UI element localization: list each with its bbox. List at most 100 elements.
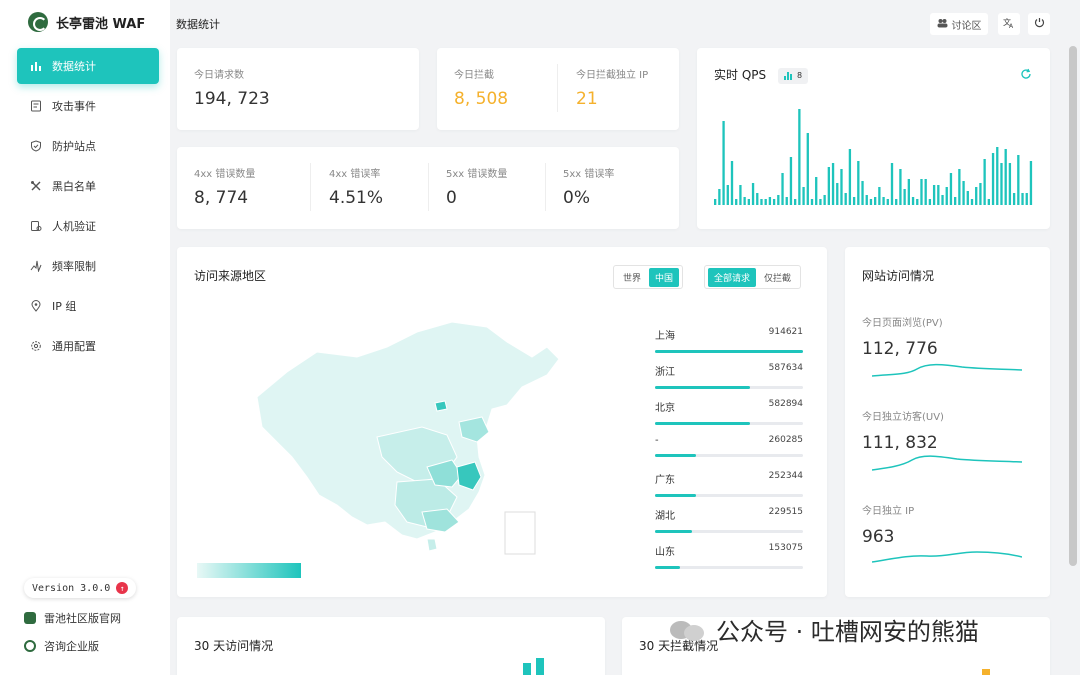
qps-bar: [987, 199, 990, 205]
region-bar-track: [655, 386, 803, 389]
qps-bar: [899, 169, 902, 205]
qps-bar: [852, 197, 856, 205]
discussion-button[interactable]: 讨论区: [930, 13, 988, 35]
qps-bar: [764, 199, 767, 205]
qps-bar: [928, 199, 932, 205]
qps-bar: [869, 199, 873, 205]
qps-bar: [781, 173, 784, 205]
qps-title: 实时 QPS: [714, 68, 767, 82]
uv-sparkline: [872, 455, 1022, 471]
blocked-label: 今日拦截: [454, 70, 494, 81]
region-bar-fill: [655, 350, 803, 353]
qps-bar: [983, 159, 986, 205]
upgrade-arrow-icon: ↑: [116, 582, 129, 594]
qps-bar: [941, 195, 944, 205]
power-icon: [1034, 17, 1045, 31]
qps-bar: [730, 161, 734, 205]
sidebar-item-label: 通用配置: [52, 340, 96, 353]
qps-bar: [865, 195, 868, 205]
users-icon: [937, 18, 948, 31]
pv-label: 今日页面浏览(PV): [862, 318, 943, 329]
community-site-link[interactable]: 雷池社区版官网: [24, 610, 121, 626]
blocked-value: 8, 508: [454, 89, 509, 109]
sidebar-item-label: 攻击事件: [52, 100, 96, 113]
user-check-icon: [29, 219, 43, 233]
sidebar-item-black-white-list[interactable]: 黑白名单: [17, 168, 159, 204]
qps-bar: [751, 183, 755, 205]
qps-bar: [874, 197, 877, 205]
sidebar-item-protected-sites[interactable]: 防护站点: [17, 128, 159, 164]
language-button[interactable]: 文A: [998, 13, 1020, 35]
region-bar-fill: [655, 566, 681, 569]
qps-bar: [966, 191, 969, 205]
region-name: 浙江: [655, 367, 675, 378]
region-row: 广东 252344: [655, 471, 803, 507]
qps-bar: [789, 157, 793, 205]
qps-bar: [962, 181, 965, 205]
sidebar-item-human-verify[interactable]: 人机验证: [17, 208, 159, 244]
region-name: 北京: [655, 403, 675, 414]
bar-chart-icon: [29, 59, 43, 73]
region-ranking-list: 上海 914621 浙江 587634 北京 582894 - 260285 广东 252344 湖…: [655, 327, 803, 579]
qps-bar: [844, 193, 847, 205]
qps-bar: [949, 173, 953, 205]
ip-sparkline: [872, 551, 1022, 563]
pulse-icon: [29, 259, 43, 273]
sidebar-item-general-config[interactable]: 通用配置: [17, 328, 159, 364]
region-bar-track: [655, 494, 803, 497]
map-region: [426, 538, 438, 552]
enterprise-consult-label: 咨询企业版: [44, 640, 99, 653]
visits-30d-card: 30 天访问情况: [177, 617, 605, 675]
err4-count-value: 8, 774: [194, 188, 249, 208]
qps-bar: [1021, 193, 1024, 205]
qps-bar: [802, 187, 805, 205]
scope-option-china[interactable]: 中国: [649, 267, 680, 287]
brand[interactable]: 长亭雷池 WAF: [28, 12, 145, 32]
qps-bar: [714, 199, 717, 205]
qps-bar: [815, 177, 818, 205]
enterprise-consult-link[interactable]: 咨询企业版: [24, 638, 99, 654]
scope-option-world[interactable]: 世界: [617, 268, 647, 287]
qps-bar: [882, 197, 885, 205]
qps-bar: [760, 199, 763, 205]
qps-bar: [1000, 163, 1003, 205]
document-icon: [29, 99, 43, 113]
sidebar-item-stats[interactable]: 数据统计: [17, 48, 159, 84]
qps-bar: [794, 199, 797, 205]
region-row: 山东 153075: [655, 543, 803, 579]
community-site-label: 雷池社区版官网: [44, 612, 121, 625]
sidebar-item-rate-limit[interactable]: 频率限制: [17, 248, 159, 284]
qps-bar: [718, 189, 721, 205]
qps-bar: [916, 199, 919, 205]
divider: [428, 163, 429, 211]
qps-bar: [991, 153, 995, 205]
site-visit-card: 网站访问情况 今日页面浏览(PV) 112, 776 今日独立访客(UV) 11…: [845, 247, 1050, 597]
logout-button[interactable]: [1028, 13, 1050, 35]
region-value: 229515: [768, 507, 803, 517]
filter-option-blocked[interactable]: 仅拦截: [758, 268, 797, 287]
qps-bar: [836, 183, 839, 205]
err4-rate-label: 4xx 错误率: [329, 169, 381, 180]
divider: [545, 163, 546, 211]
qps-bar: [970, 199, 974, 205]
discussion-label: 讨论区: [951, 20, 982, 32]
version-badge[interactable]: Version 3.0.0 ↑: [24, 578, 137, 598]
qps-card: 实时 QPS 8: [697, 48, 1050, 229]
err5-rate-label: 5xx 错误率: [563, 169, 615, 180]
qps-bar: [819, 199, 822, 205]
refresh-icon[interactable]: [1020, 68, 1032, 83]
visits-30d-title: 30 天访问情况: [194, 639, 274, 653]
qps-bar: [945, 187, 948, 205]
sidebar-item-attack-events[interactable]: 攻击事件: [17, 88, 159, 124]
sidebar-item-ip-group[interactable]: IP 组: [17, 288, 159, 324]
sidebar-item-label: 人机验证: [52, 220, 96, 233]
tools-icon: [29, 179, 43, 193]
region-row: 浙江 587634: [655, 363, 803, 399]
watermark-text: 公众号 · 吐槽网安的熊猫: [716, 618, 979, 646]
blocked-ip-value: 21: [576, 89, 598, 109]
filter-option-all[interactable]: 全部请求: [708, 267, 757, 287]
page-scrollbar[interactable]: [1069, 46, 1077, 566]
qps-badge: 8: [777, 67, 809, 84]
qps-bar: [768, 197, 772, 205]
requests-value: 194, 723: [194, 89, 270, 109]
